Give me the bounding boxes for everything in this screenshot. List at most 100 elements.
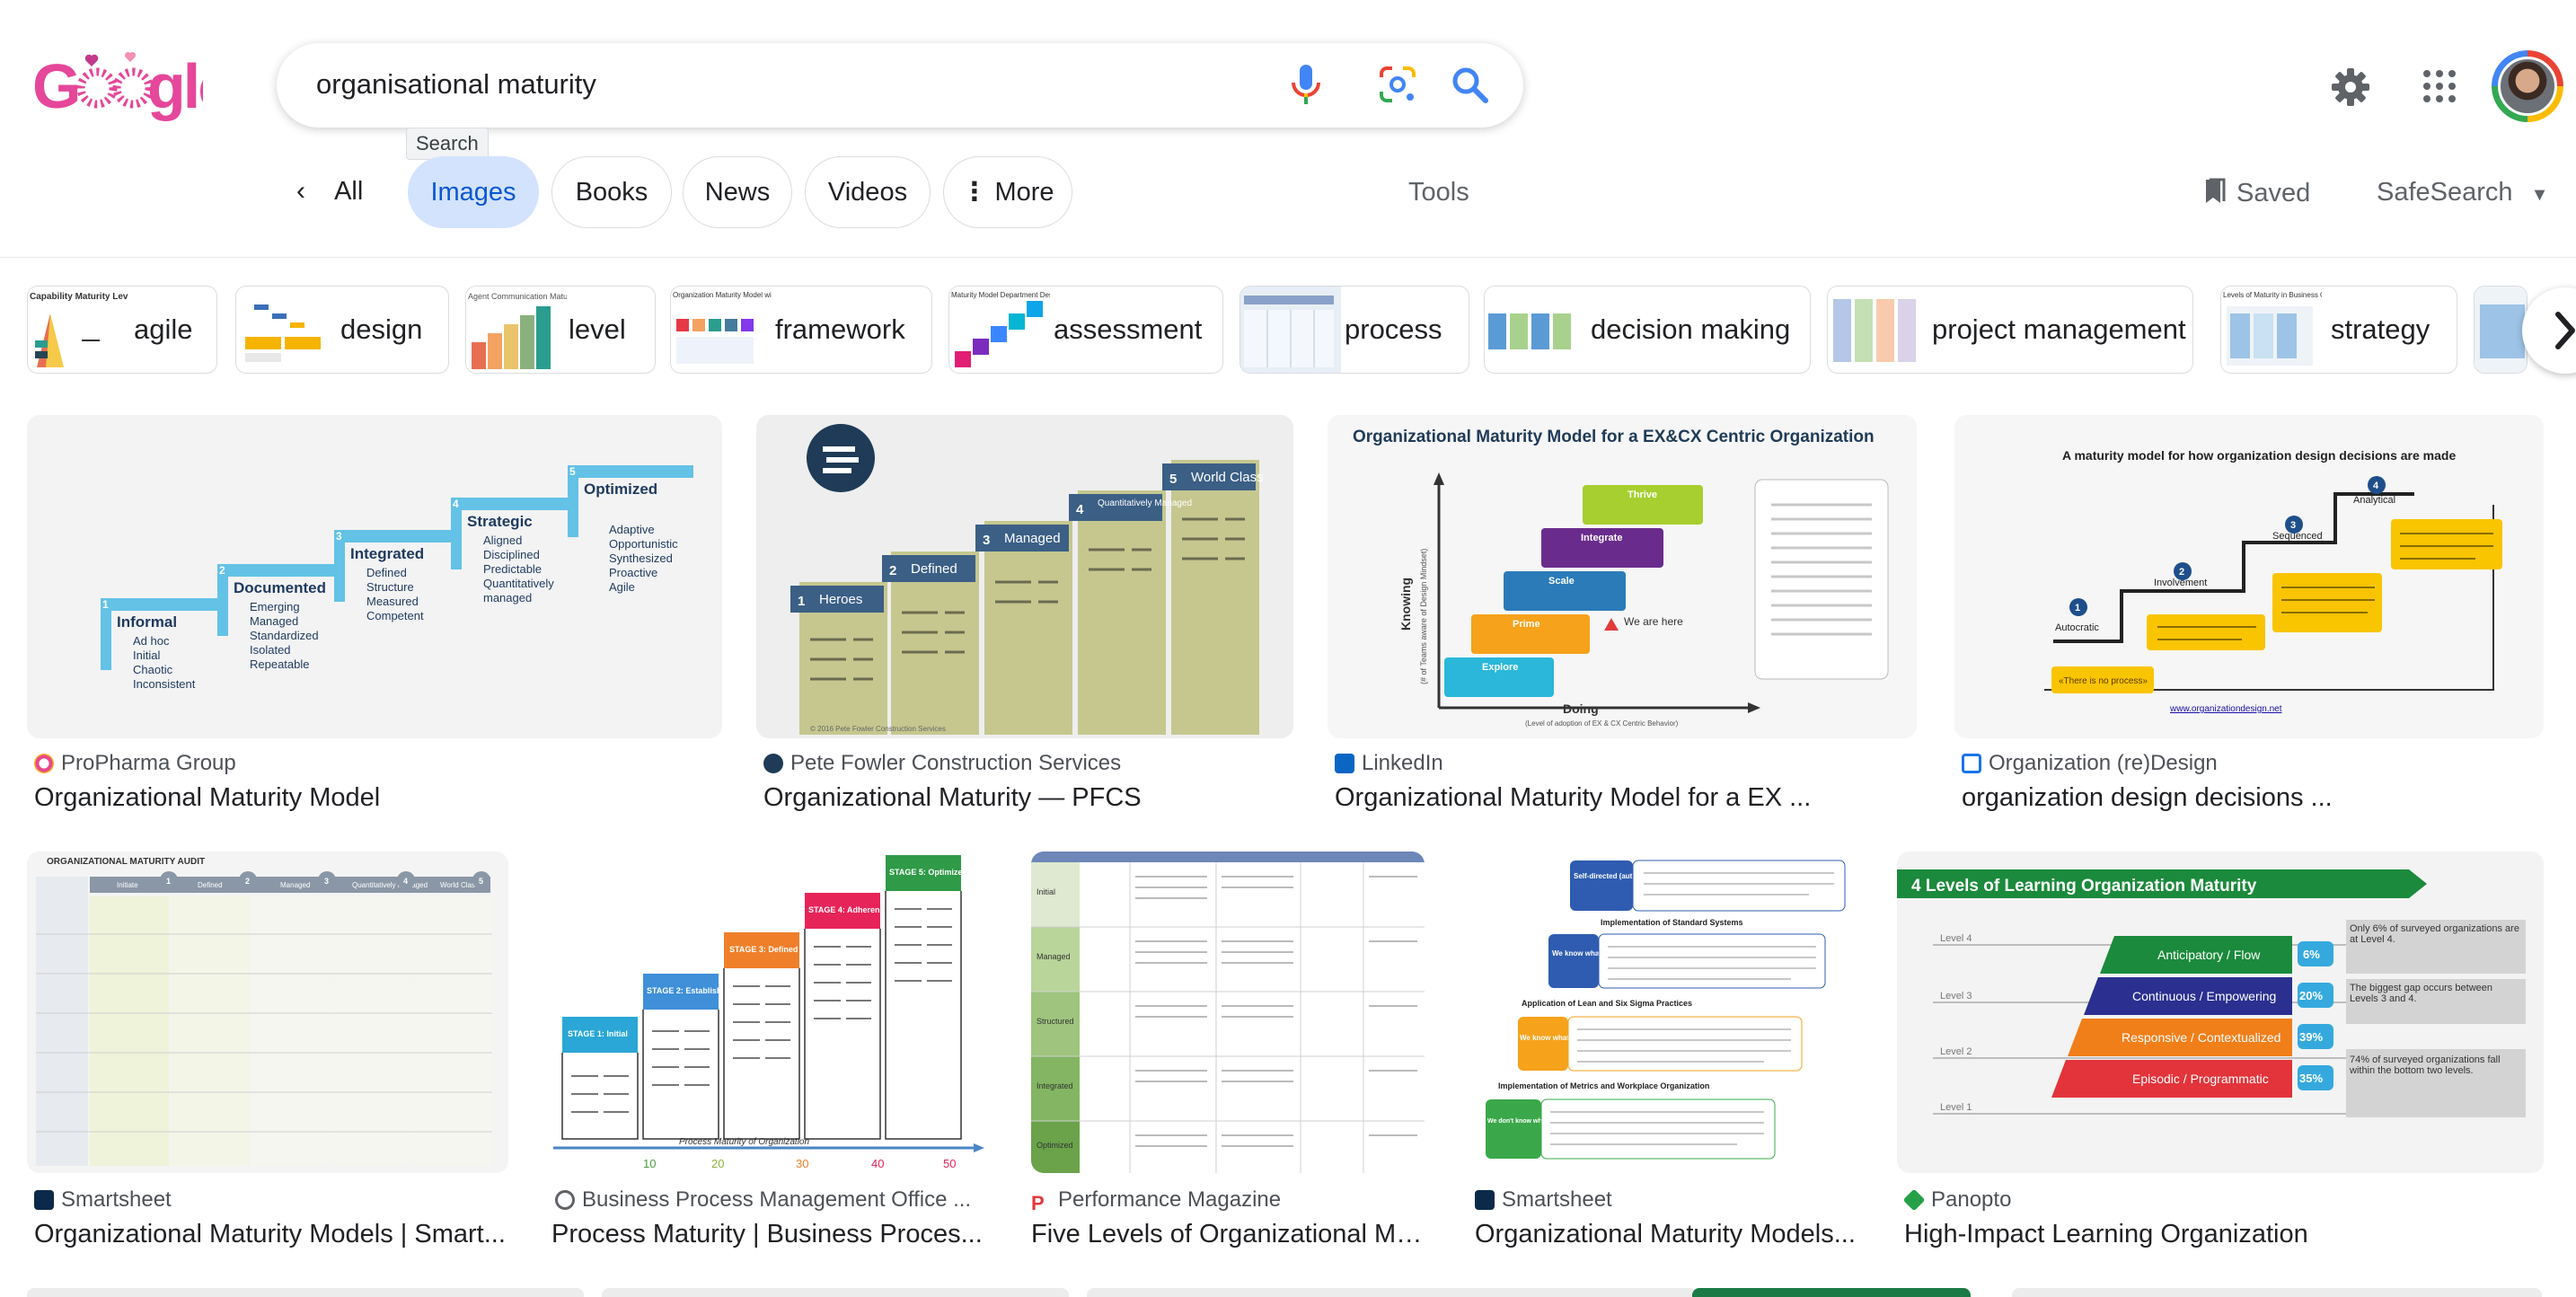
tab-books[interactable]: Books bbox=[551, 156, 672, 228]
svg-text:Adaptive: Adaptive bbox=[609, 523, 655, 536]
svg-text:Thrive: Thrive bbox=[1628, 490, 1657, 500]
propharma-favicon-icon bbox=[34, 754, 54, 773]
result-source[interactable]: ProPharma Group bbox=[34, 751, 717, 776]
svg-text:Heroes: Heroes bbox=[819, 592, 862, 607]
svg-text:Involvement: Involvement bbox=[2154, 578, 2207, 588]
result-source[interactable]: LinkedIn bbox=[1335, 751, 1919, 776]
chips-next-button[interactable] bbox=[2522, 287, 2576, 374]
result-source[interactable]: Smartsheet bbox=[34, 1187, 510, 1213]
svg-text:(# of Teams aware of Design Mi: (# of Teams aware of Design Mindset) bbox=[1419, 549, 1428, 684]
svg-text:© 2016 Pete Fowler Constructio: © 2016 Pete Fowler Construction Services bbox=[810, 725, 946, 733]
svg-text:STAGE 4: Adherence: STAGE 4: Adherence bbox=[808, 905, 889, 914]
svg-text:Initial: Initial bbox=[133, 648, 160, 662]
result-title[interactable]: High-Impact Learning Organization bbox=[1904, 1220, 2544, 1249]
svg-text:6%: 6% bbox=[2303, 948, 2320, 961]
smartsheet-favicon-icon bbox=[34, 1190, 54, 1210]
svg-text:Anticipatory / Flow: Anticipatory / Flow bbox=[2157, 948, 2261, 962]
svg-text:30: 30 bbox=[796, 1157, 808, 1170]
lens-search-icon[interactable] bbox=[1378, 65, 1417, 104]
tab-news[interactable]: News bbox=[683, 156, 792, 228]
result-source[interactable]: Pete Fowler Construction Services bbox=[763, 751, 1293, 776]
next-row-peek bbox=[27, 1288, 2542, 1297]
chip-label: decision making bbox=[1591, 313, 1791, 345]
tab-all[interactable]: ‹ All bbox=[296, 156, 392, 228]
account-avatar[interactable] bbox=[2492, 50, 2563, 122]
search-icon[interactable] bbox=[1450, 65, 1489, 104]
svg-text:Managed: Managed bbox=[1037, 952, 1071, 961]
svg-text:Competent: Competent bbox=[366, 609, 424, 622]
google-doodle-logo[interactable]: G gle bbox=[32, 47, 234, 122]
chip-framework[interactable]: Organization Maturity Model with Attribu… bbox=[670, 286, 932, 374]
result-thumbnail[interactable]: STAGE 1: Initial STAGE 2: Established ST… bbox=[544, 851, 986, 1173]
chip-thumbnail: Capability Maturity Level bbox=[28, 287, 128, 373]
search-input[interactable]: organisational maturity bbox=[316, 68, 596, 101]
svg-text:1: 1 bbox=[166, 877, 171, 886]
result-source[interactable]: Organization (re)Design bbox=[1962, 751, 2545, 776]
svg-text:Levels of Maturity in Business: Levels of Maturity in Business Operation… bbox=[2223, 291, 2322, 299]
chip-agile[interactable]: Capability Maturity Level agile bbox=[27, 286, 217, 374]
result-source[interactable]: Business Process Management Office ... bbox=[555, 1187, 995, 1213]
svg-text:Application of Lean and Six Si: Application of Lean and Six Sigma Practi… bbox=[1522, 999, 1692, 1008]
tools-button[interactable]: Tools bbox=[1408, 178, 1469, 207]
google-apps-grid-icon[interactable] bbox=[2422, 68, 2457, 104]
result-title[interactable]: Five Levels of Organizational Ma... bbox=[1031, 1220, 1426, 1249]
chip-thumbnail: Organization Maturity Model with Attribu… bbox=[671, 287, 772, 373]
chip-process[interactable]: process bbox=[1239, 286, 1469, 374]
svg-text:Repeatable: Repeatable bbox=[250, 657, 310, 671]
svg-text:Quantitatively Managed: Quantitatively Managed bbox=[352, 881, 428, 889]
svg-text:3: 3 bbox=[983, 533, 990, 548]
svg-text:4: 4 bbox=[453, 498, 459, 510]
chip-partial[interactable] bbox=[2474, 286, 2527, 374]
chip-strategy[interactable]: Levels of Maturity in Business Operation… bbox=[2220, 286, 2457, 374]
svg-text:Synthesized: Synthesized bbox=[609, 551, 673, 565]
saved-button[interactable]: Saved bbox=[2202, 178, 2310, 208]
chip-decision-making[interactable]: decision making bbox=[1484, 286, 1811, 374]
performance-magazine-favicon-icon: P bbox=[1031, 1194, 1051, 1213]
tab-images[interactable]: Images bbox=[408, 156, 539, 228]
voice-search-icon[interactable] bbox=[1288, 63, 1324, 110]
result-title[interactable]: Organizational Maturity Model bbox=[34, 783, 717, 813]
result-title[interactable]: Organizational Maturity Models | Smart..… bbox=[34, 1220, 510, 1249]
tab-more[interactable]: ⋮ More bbox=[943, 156, 1072, 228]
result-thumbnail[interactable]: 4 Levels of Learning Organization Maturi… bbox=[1897, 851, 2544, 1173]
chip-label: assessment bbox=[1054, 313, 1203, 345]
result-source[interactable]: Panopto bbox=[1904, 1187, 2544, 1213]
result-title[interactable]: organization design decisions ... bbox=[1962, 783, 2545, 813]
result-title[interactable]: Organizational Maturity Models... bbox=[1475, 1220, 1861, 1249]
svg-text:STAGE 1: Initial: STAGE 1: Initial bbox=[568, 1029, 628, 1038]
svg-text:Managed: Managed bbox=[280, 881, 310, 889]
chip-design[interactable]: design bbox=[235, 286, 449, 374]
svg-text:2: 2 bbox=[219, 564, 225, 577]
svg-text:Agent Communication Maturity: Agent Communication Maturity bbox=[468, 292, 567, 301]
result-thumbnail[interactable]: ORGANIZATIONAL MATURITY AUDIT Initiate D… bbox=[27, 851, 508, 1173]
result-thumbnail[interactable]: Organizational Maturity Model for a EX&C… bbox=[1328, 415, 1917, 738]
result-title[interactable]: Organizational Maturity Model for a EX .… bbox=[1335, 783, 1919, 813]
svg-text:1: 1 bbox=[102, 598, 109, 611]
svg-text:Proactive: Proactive bbox=[609, 566, 657, 579]
svg-text:Optimized: Optimized bbox=[584, 481, 657, 498]
svg-text:Implementation of Metrics and: Implementation of Metrics and Workplace … bbox=[1498, 1081, 1709, 1090]
result-title[interactable]: Process Maturity | Business Proces... bbox=[551, 1220, 992, 1249]
svg-text:Integrate: Integrate bbox=[1581, 533, 1622, 543]
result-source[interactable]: Smartsheet bbox=[1475, 1187, 1861, 1213]
svg-text:Level 4: Level 4 bbox=[1940, 933, 1972, 944]
result-source[interactable]: P Performance Magazine bbox=[1031, 1187, 1426, 1213]
safesearch-dropdown[interactable]: SafeSearch ▼ bbox=[2377, 178, 2548, 207]
result-thumbnail[interactable]: Self-directed (autonomous) business Impl… bbox=[1468, 851, 1861, 1173]
result-thumbnail[interactable]: A maturity model for how organization de… bbox=[1954, 415, 2544, 738]
tab-videos[interactable]: Videos bbox=[805, 156, 931, 228]
search-box[interactable]: organisational maturity bbox=[277, 43, 1523, 128]
chip-level[interactable]: Agent Communication Maturity level bbox=[465, 286, 656, 374]
svg-text:Aligned: Aligned bbox=[483, 534, 522, 547]
result-thumbnail[interactable]: Initial Managed Structured Integrated Op… bbox=[1031, 851, 1425, 1173]
result-title[interactable]: Organizational Maturity — PFCS bbox=[763, 783, 1293, 813]
chip-project-management[interactable]: project management bbox=[1827, 286, 2193, 374]
chip-assessment[interactable]: Maturity Model Department Design assessm… bbox=[948, 286, 1223, 374]
result-thumbnail[interactable]: 1 Heroes 2 Defined 3 Managed 4 Quantitat… bbox=[756, 415, 1293, 738]
svg-text:2: 2 bbox=[889, 563, 896, 578]
chip-thumbnail: Levels of Maturity in Business Operation… bbox=[2221, 287, 2322, 373]
settings-gear-icon[interactable] bbox=[2330, 66, 2371, 108]
svg-text:4 Levels of Learning Organizat: 4 Levels of Learning Organization Maturi… bbox=[1911, 877, 2257, 896]
svg-text:Defined: Defined bbox=[198, 881, 223, 889]
result-thumbnail[interactable]: 1 2 3 4 5 Informal Documented Integrated… bbox=[27, 415, 722, 738]
